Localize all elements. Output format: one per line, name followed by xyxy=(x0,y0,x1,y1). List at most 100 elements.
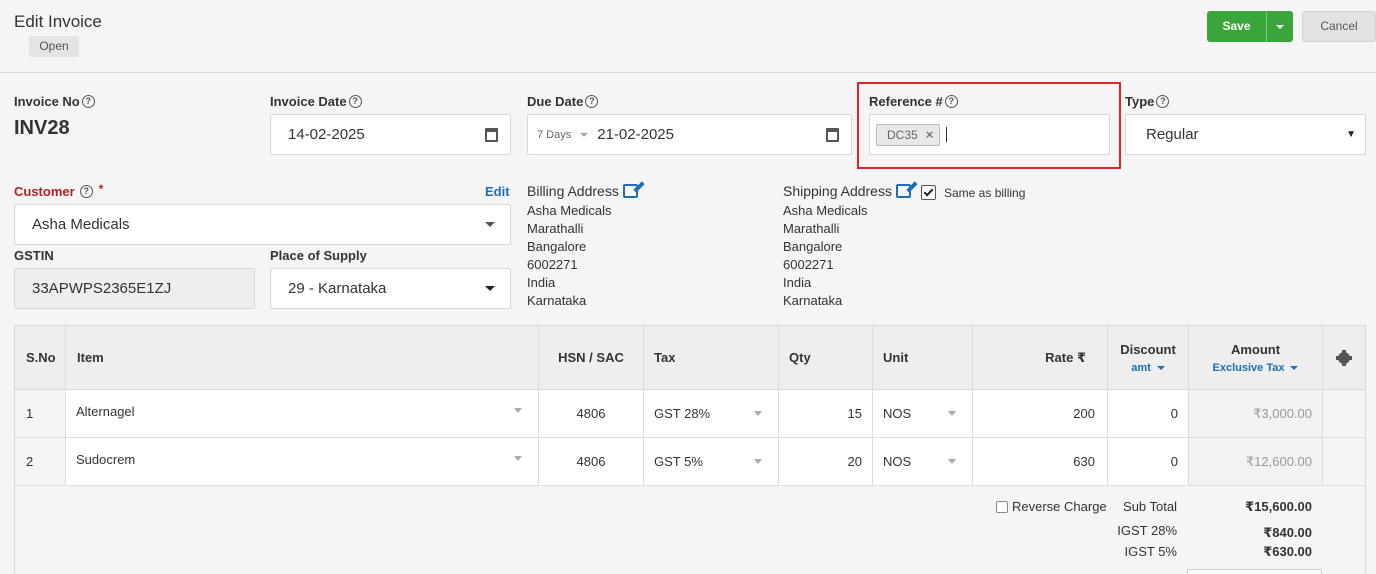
discount-mode-select[interactable]: amt xyxy=(1131,362,1165,374)
edit-customer-link[interactable]: Edit xyxy=(485,184,510,199)
discount-input[interactable]: 0 xyxy=(1108,390,1189,437)
reference-label: Reference # ? xyxy=(869,94,958,109)
calendar-icon[interactable] xyxy=(485,128,498,142)
unit-select[interactable]: NOS xyxy=(873,390,973,437)
adjustment-input[interactable] xyxy=(1187,569,1322,574)
place-of-supply-select[interactable]: 29 - Karnataka xyxy=(270,268,511,309)
help-icon[interactable]: ? xyxy=(81,95,95,108)
shipping-address-lines: Asha Medicals Marathalli Bangalore 60022… xyxy=(783,203,868,308)
edit-icon[interactable] xyxy=(895,184,911,198)
save-button[interactable]: Save xyxy=(1207,11,1267,42)
save-options-dropdown[interactable] xyxy=(1267,11,1293,42)
caret-down-icon xyxy=(1276,24,1284,29)
gstin-input[interactable]: 33APWPS2365E1ZJ xyxy=(14,268,255,309)
amount-value: ₹12,600.00 xyxy=(1189,438,1323,485)
qty-input[interactable]: 15 xyxy=(779,390,873,437)
table-row: 2 Sudocrem 4806 GST 5% 20 NOS 630 0 ₹12,… xyxy=(15,438,1365,486)
caret-down-icon xyxy=(948,459,956,464)
invoice-date-input[interactable]: 14-02-2025 xyxy=(270,114,511,155)
tax-label: IGST 5% xyxy=(1124,544,1177,559)
rate-input[interactable]: 630 xyxy=(973,438,1108,485)
col-item: Item xyxy=(66,326,539,389)
customer-select[interactable]: Asha Medicals xyxy=(14,204,511,245)
edit-icon[interactable] xyxy=(622,184,638,198)
subtotal-value: ₹15,600.00 xyxy=(1245,499,1312,514)
invoice-no-label: Invoice No ? xyxy=(14,94,95,109)
caret-down-icon xyxy=(1156,365,1165,370)
type-label: Type ? xyxy=(1125,94,1170,109)
col-hsn: HSN / SAC xyxy=(539,326,644,389)
row-actions xyxy=(1323,438,1365,485)
hsn-input[interactable]: 4806 xyxy=(539,438,644,485)
reverse-charge-option: Reverse Charge xyxy=(996,499,1107,514)
row-actions xyxy=(1323,390,1365,437)
page-header: Edit Invoice Open Save Cancel xyxy=(0,0,1376,73)
discount-input[interactable]: 0 xyxy=(1108,438,1189,485)
tax-select[interactable]: GST 28% xyxy=(644,390,779,437)
tax-value: ₹630.00 xyxy=(1263,544,1312,559)
amount-value: ₹3,000.00 xyxy=(1189,390,1323,437)
table-header: S.No Item HSN / SAC Tax Qty Unit Rate ₹ … xyxy=(15,326,1365,390)
tax-select[interactable]: GST 5% xyxy=(644,438,779,485)
col-discount: Discount amt xyxy=(1108,326,1189,389)
remove-tag-icon[interactable]: × xyxy=(926,127,934,142)
same-as-billing-checkbox[interactable] xyxy=(921,185,936,200)
col-rate: Rate ₹ xyxy=(973,326,1108,389)
invoice-number: INV28 xyxy=(14,117,70,139)
hsn-input[interactable]: 4806 xyxy=(539,390,644,437)
customer-label: Customer ? * xyxy=(14,181,104,200)
same-as-billing-option: Same as billing xyxy=(921,185,1025,200)
reverse-charge-checkbox[interactable] xyxy=(996,500,1008,513)
help-icon[interactable]: ? xyxy=(1156,95,1170,108)
caret-down-icon xyxy=(514,456,522,461)
shipping-address-title: Shipping Address xyxy=(783,183,911,199)
due-date-input[interactable]: 7 Days 21-02-2025 xyxy=(527,114,852,155)
caret-down-icon xyxy=(754,411,762,416)
reference-input[interactable]: DC35 × xyxy=(869,114,1110,155)
col-sno: S.No xyxy=(15,326,66,389)
due-terms-select[interactable]: 7 Days xyxy=(537,129,571,141)
col-unit: Unit xyxy=(873,326,973,389)
caret-down-icon xyxy=(580,132,589,137)
text-cursor xyxy=(946,127,948,142)
rate-input[interactable]: 200 xyxy=(973,390,1108,437)
table-settings-button[interactable] xyxy=(1323,326,1365,389)
gstin-label: GSTIN xyxy=(14,248,54,263)
caret-down-icon: ▼ xyxy=(1346,129,1356,140)
caret-down-icon xyxy=(485,222,495,227)
col-amount: Amount Exclusive Tax xyxy=(1189,326,1323,389)
table-row: 1 Alternagel 4806 GST 28% 15 NOS 200 0 ₹… xyxy=(15,390,1365,438)
billing-address-title: Billing Address xyxy=(527,183,638,199)
row-sno: 1 xyxy=(15,390,66,437)
caret-down-icon xyxy=(485,286,495,291)
caret-down-icon xyxy=(754,459,762,464)
cancel-button[interactable]: Cancel xyxy=(1302,11,1376,42)
reference-tag: DC35 × xyxy=(876,123,941,146)
status-badge: Open xyxy=(29,36,79,57)
due-date-label: Due Date ? xyxy=(527,94,599,109)
item-select[interactable]: Sudocrem xyxy=(66,438,539,485)
check-icon xyxy=(923,186,934,197)
calendar-icon[interactable] xyxy=(826,128,839,142)
caret-down-icon xyxy=(948,411,956,416)
help-icon[interactable]: ? xyxy=(585,95,599,108)
amount-tax-mode-select[interactable]: Exclusive Tax xyxy=(1213,362,1299,374)
col-qty: Qty xyxy=(779,326,873,389)
tax-label: IGST 28% xyxy=(1117,523,1177,538)
gear-icon xyxy=(1336,349,1352,366)
page-title: Edit Invoice xyxy=(14,12,102,31)
help-icon[interactable]: ? xyxy=(944,95,958,108)
row-sno: 2 xyxy=(15,438,66,485)
type-select[interactable]: Regular ▼ xyxy=(1125,114,1366,155)
help-icon[interactable]: ? xyxy=(79,185,93,198)
place-of-supply-label: Place of Supply xyxy=(270,248,367,263)
unit-select[interactable]: NOS xyxy=(873,438,973,485)
item-select[interactable]: Alternagel xyxy=(66,390,539,437)
qty-input[interactable]: 20 xyxy=(779,438,873,485)
caret-down-icon xyxy=(1290,365,1299,370)
help-icon[interactable]: ? xyxy=(348,95,362,108)
caret-down-icon xyxy=(514,408,522,413)
save-button-group: Save xyxy=(1207,11,1293,42)
subtotal-label: Sub Total xyxy=(1123,499,1177,514)
billing-address-lines: Asha Medicals Marathalli Bangalore 60022… xyxy=(527,203,612,308)
